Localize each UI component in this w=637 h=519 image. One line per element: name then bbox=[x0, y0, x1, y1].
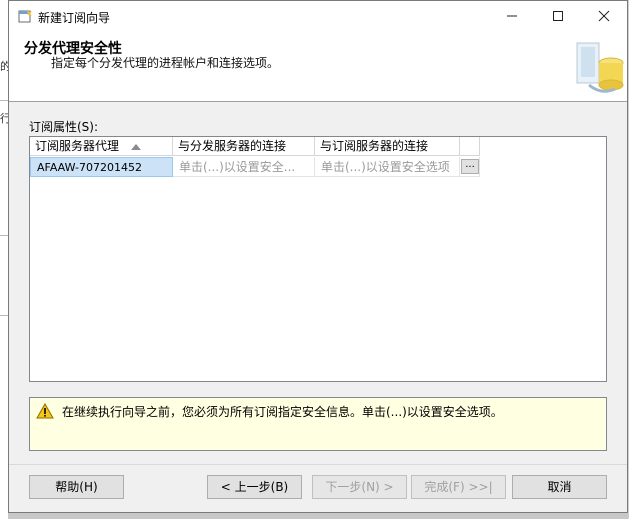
table-row[interactable]: AFAAW-707201452 单击(...)以设置安全... 单击(...)以… bbox=[30, 157, 606, 177]
page-subtitle: 指定每个分发代理的进程帐户和连接选项。 bbox=[51, 56, 280, 70]
column-header-subscriber-connection[interactable]: 与订阅服务器的连接 bbox=[315, 137, 460, 156]
sort-ascending-icon bbox=[131, 144, 141, 150]
cancel-button[interactable]: 取消 bbox=[512, 475, 607, 499]
column-header-button bbox=[460, 137, 480, 156]
maximize-button[interactable] bbox=[535, 1, 581, 31]
column-header-label: 订阅服务器代理 bbox=[35, 139, 120, 153]
minimize-icon bbox=[507, 15, 517, 17]
close-icon bbox=[598, 10, 610, 22]
warning-message-box: 在继续执行向导之前，您必须为所有订阅指定安全信息。单击(...)以设置安全选项。 bbox=[29, 397, 607, 451]
security-settings-ellipsis-button[interactable]: ... bbox=[461, 159, 479, 174]
distributor-connection-cell[interactable]: 单击(...)以设置安全... bbox=[173, 157, 315, 177]
subscriber-connection-cell[interactable]: 单击(...)以设置安全选项 bbox=[315, 157, 460, 177]
wizard-app-icon bbox=[18, 9, 32, 23]
agent-cell[interactable]: AFAAW-707201452 bbox=[30, 157, 173, 177]
grid-header: 订阅服务器代理 与分发服务器的连接 与订阅服务器的连接 bbox=[30, 137, 606, 157]
footer-separator bbox=[9, 464, 627, 465]
background-divider bbox=[0, 315, 8, 316]
background-app-edge bbox=[628, 0, 637, 519]
wizard-window: 新建订阅向导 分发代理安全性 指定每个分发代理的进程帐户和连接选项。 订阅属性(… bbox=[8, 0, 628, 513]
button-cell: ... bbox=[460, 157, 480, 177]
next-button[interactable]: 下一步(N) > bbox=[312, 475, 407, 499]
column-header-agent[interactable]: 订阅服务器代理 bbox=[30, 137, 173, 156]
minimize-button[interactable] bbox=[489, 1, 535, 31]
subscription-properties-label: 订阅属性(S): bbox=[29, 120, 99, 134]
column-header-distributor-connection[interactable]: 与分发服务器的连接 bbox=[173, 137, 315, 156]
back-button[interactable]: < 上一步(B) bbox=[207, 475, 302, 499]
column-header-label: 与分发服务器的连接 bbox=[178, 139, 287, 153]
background-divider bbox=[0, 235, 8, 236]
maximize-icon bbox=[553, 11, 563, 21]
background-app-edge bbox=[0, 0, 8, 519]
help-button[interactable]: 帮助(H) bbox=[29, 475, 124, 499]
wizard-header: 分发代理安全性 指定每个分发代理的进程帐户和连接选项。 bbox=[9, 31, 627, 102]
warning-icon bbox=[36, 403, 54, 419]
column-header-label: 与订阅服务器的连接 bbox=[320, 139, 429, 153]
window-title: 新建订阅向导 bbox=[38, 11, 111, 25]
background-divider bbox=[0, 100, 8, 101]
title-bar[interactable]: 新建订阅向导 bbox=[9, 1, 627, 31]
database-security-icon bbox=[576, 42, 624, 93]
finish-button[interactable]: 完成(F) >>| bbox=[411, 475, 506, 499]
subscription-grid[interactable]: 订阅服务器代理 与分发服务器的连接 与订阅服务器的连接 AFAAW-707201… bbox=[29, 136, 607, 382]
warning-text: 在继续执行向导之前，您必须为所有订阅指定安全信息。单击(...)以设置安全选项。 bbox=[62, 405, 503, 419]
close-button[interactable] bbox=[581, 1, 627, 31]
